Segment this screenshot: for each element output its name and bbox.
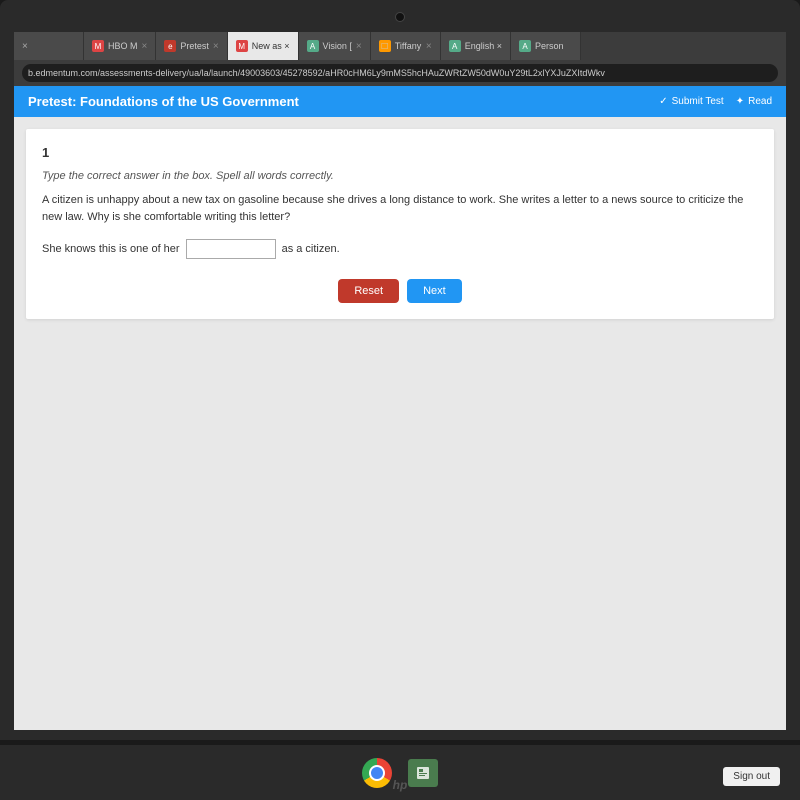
address-bar — [14, 60, 786, 86]
question-text: A citizen is unhappy about a new tax on … — [42, 192, 758, 225]
submit-label: Submit Test — [672, 96, 724, 107]
read-button[interactable]: ✦ Read — [736, 96, 772, 107]
files-icon[interactable] — [408, 759, 438, 787]
question-number: 1 — [42, 145, 758, 160]
screen: × M HBO M × e Pretest × M New as × A Vis… — [14, 32, 786, 730]
address-input[interactable] — [22, 64, 778, 82]
answer-input[interactable] — [186, 239, 276, 259]
webcam — [395, 12, 405, 22]
next-button[interactable]: Next — [407, 279, 462, 303]
tab-english[interactable]: A English × — [441, 32, 511, 60]
tab-vision[interactable]: A Vision [ × — [299, 32, 371, 60]
chrome-icon[interactable] — [362, 758, 392, 788]
answer-prefix: She knows this is one of her — [42, 243, 180, 255]
read-icon: ✦ — [736, 96, 744, 107]
hp-logo: hp — [393, 778, 408, 792]
read-label: Read — [748, 96, 772, 107]
sign-out-label: Sign out — [733, 771, 770, 782]
sign-out-area[interactable]: Sign out — [723, 767, 780, 786]
tab-person[interactable]: A Person — [511, 32, 581, 60]
question-area: 1 Type the correct answer in the box. Sp… — [26, 129, 774, 319]
tab-bar: × M HBO M × e Pretest × M New as × A Vis… — [14, 32, 786, 60]
tab-tiffany[interactable]: □ Tiffany × — [371, 32, 441, 60]
answer-suffix: as a citizen. — [282, 243, 340, 255]
button-row: Reset Next — [42, 279, 758, 303]
tab-new-as[interactable]: M New as × — [228, 32, 299, 60]
tab-pretest[interactable]: e Pretest × — [156, 32, 227, 60]
submit-test-button[interactable]: ✓ Submit Test — [659, 96, 723, 107]
tab-hbo[interactable]: M HBO M × — [84, 32, 156, 60]
question-instruction: Type the correct answer in the box. Spel… — [42, 170, 758, 182]
assessment-title: Pretest: Foundations of the US Governmen… — [28, 94, 299, 109]
tab-close-btn[interactable]: × — [14, 32, 84, 60]
laptop-bezel: × M HBO M × e Pretest × M New as × A Vis… — [0, 0, 800, 740]
page-content: Pretest: Foundations of the US Governmen… — [14, 86, 786, 331]
assessment-header: Pretest: Foundations of the US Governmen… — [14, 86, 786, 117]
reset-button[interactable]: Reset — [338, 279, 399, 303]
header-actions: ✓ Submit Test ✦ Read — [659, 96, 772, 107]
answer-row: She knows this is one of her as a citize… — [42, 239, 758, 259]
submit-icon: ✓ — [659, 96, 667, 107]
